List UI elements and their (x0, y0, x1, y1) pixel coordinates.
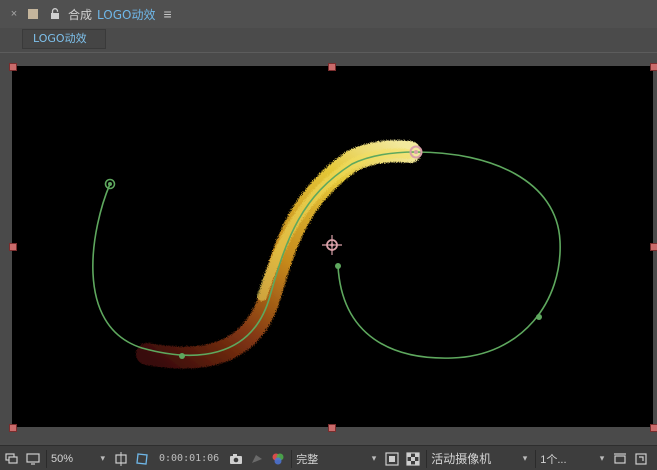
chevron-down-icon: ▾ (100, 453, 105, 463)
views-value: 1个... (540, 453, 567, 466)
panel-title-prefix: 合成 (68, 7, 93, 22)
camera-select[interactable]: 活动摄像机 ▾ (426, 449, 531, 468)
current-position-marker-inner (414, 150, 418, 154)
camera-icon[interactable] (227, 450, 245, 468)
frame-handle-ml[interactable] (9, 243, 17, 251)
region-of-interest-icon[interactable] (383, 450, 401, 468)
always-preview-icon[interactable] (3, 450, 21, 468)
frame-handle-mr[interactable] (650, 243, 657, 251)
magnification-select[interactable]: 50% ▾ (46, 449, 109, 468)
tab-logo-comp[interactable]: LOGO动效 (22, 29, 106, 49)
panel-header: × 合成 LOGO动效 ≡ (0, 0, 657, 28)
show-snapshot-icon[interactable] (248, 450, 266, 468)
motion-path[interactable] (92, 151, 561, 359)
resolution-select[interactable]: 完整 ▾ (291, 449, 380, 468)
anchor-point-icon[interactable] (322, 235, 342, 255)
frame-handle-tl[interactable] (9, 63, 17, 71)
path-start-point-inner (108, 182, 112, 186)
frame-handle-br[interactable] (650, 424, 657, 432)
toggle-pixel-aspect-icon[interactable] (611, 450, 629, 468)
frame-handle-tm[interactable] (328, 63, 336, 71)
tab-row: LOGO动效 (0, 28, 657, 50)
composition-panel: × 合成 LOGO动效 ≡ LOGO动效 50% ▾ 0:00:01:06 完整… (0, 0, 657, 470)
chevron-down-icon: ▾ (522, 453, 528, 463)
monitor-icon[interactable] (24, 450, 42, 468)
transparency-grid-icon[interactable] (404, 450, 422, 468)
magnification-value: 50% (51, 452, 74, 465)
mask-visibility-icon[interactable] (133, 450, 151, 468)
frame-handle-bm[interactable] (328, 424, 336, 432)
resolution-value: 完整 (296, 453, 319, 466)
views-select[interactable]: 1个... ▾ (535, 449, 608, 468)
color-channel-icon[interactable] (269, 450, 287, 468)
viewer-toolbar: 50% ▾ 0:00:01:06 完整 ▾ 活动摄像机 ▾ 1个... ▾ (0, 445, 657, 470)
keyframe-point[interactable] (335, 263, 341, 269)
composition-name[interactable]: LOGO动效 (97, 6, 155, 23)
close-icon[interactable]: × (6, 0, 22, 28)
composition-viewer[interactable] (0, 53, 657, 443)
chevron-down-icon: ▾ (371, 453, 377, 463)
camera-value: 活动摄像机 (431, 452, 492, 466)
fit-frame-icon[interactable] (112, 450, 130, 468)
frame-handle-bl[interactable] (9, 424, 17, 432)
keyframe-point[interactable] (179, 353, 185, 359)
frame-handle-tr[interactable] (650, 63, 657, 71)
current-timecode[interactable]: 0:00:01:06 (159, 453, 219, 464)
stage-canvas[interactable] (12, 66, 653, 427)
label-color-swatch[interactable] (28, 9, 38, 19)
menu-icon[interactable]: ≡ (163, 6, 171, 22)
reset-exposure-icon[interactable] (632, 450, 650, 468)
keyframe-point[interactable] (536, 314, 542, 320)
chevron-down-icon: ▾ (599, 453, 605, 463)
composition-frame[interactable] (12, 66, 653, 427)
lock-icon[interactable] (48, 0, 62, 28)
